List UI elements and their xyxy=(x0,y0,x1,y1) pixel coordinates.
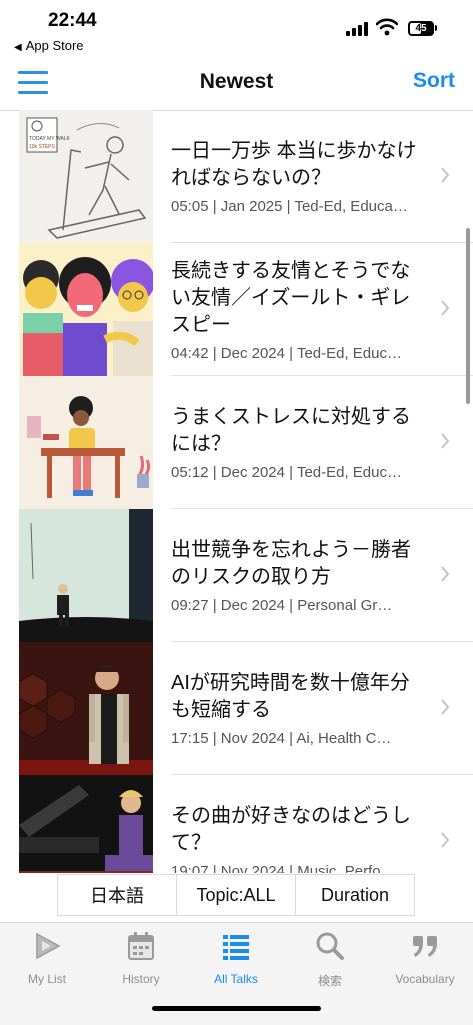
tab-search[interactable]: 検索 xyxy=(290,931,370,989)
battery-icon: 45 xyxy=(408,21,434,36)
talk-thumbnail xyxy=(19,509,153,642)
back-triangle-icon: ◀ xyxy=(14,42,22,53)
tab-history[interactable]: History xyxy=(101,931,181,986)
battery-level: 45 xyxy=(415,23,427,34)
calendar-icon xyxy=(128,932,154,960)
wifi-icon xyxy=(376,18,398,36)
talk-row[interactable]: 長続きする友情とそうでない友情／イズールト・ギレスピー 04:42 | Dec … xyxy=(0,243,473,376)
chevron-right-icon xyxy=(441,699,450,715)
tab-all-talks[interactable]: All Talks xyxy=(196,931,276,986)
talk-row[interactable]: AIが研究時間を数十億年分も短縮する 17:15 | Nov 2024 | Ai… xyxy=(0,642,473,775)
navigation-bar: Newest Sort xyxy=(0,58,473,111)
language-filter-button[interactable]: 日本語 xyxy=(57,874,177,916)
page-title: Newest xyxy=(199,70,274,93)
filter-bar: 日本語 Topic:ALL Duration xyxy=(57,874,415,916)
talk-thumbnail xyxy=(19,642,153,775)
tab-label: Vocabulary xyxy=(395,972,455,986)
scroll-indicator[interactable] xyxy=(466,228,470,404)
talk-thumbnail: TODAY MY WALK 10k STEPS xyxy=(19,110,153,243)
status-time: 22:44 xyxy=(48,10,97,31)
chevron-right-icon xyxy=(441,832,450,848)
talk-title: 一日一万歩 本当に歩かなければならないの？ xyxy=(171,140,417,189)
back-app-label: App Store xyxy=(25,38,84,53)
talk-title: 長続きする友情とそうでない友情／イズールト・ギレスピー xyxy=(171,259,411,336)
topic-filter-button[interactable]: Topic:ALL xyxy=(177,874,296,916)
home-indicator xyxy=(152,1006,321,1011)
talk-thumbnail xyxy=(19,243,153,376)
tab-my-list[interactable]: My List xyxy=(7,931,87,986)
talk-thumbnail xyxy=(19,775,153,873)
talk-row[interactable]: その曲が好きなのはどうして？ 19:07 | Nov 2024 | Music,… xyxy=(0,775,473,873)
hamburger-menu-icon[interactable] xyxy=(18,68,50,96)
talk-title: 出世競争を忘れよう－勝者のリスクの取り方 xyxy=(171,539,411,588)
talk-meta: 19:07 | Nov 2024 | Music, Perfo… xyxy=(171,863,396,873)
talk-meta: 17:15 | Nov 2024 | Ai, Health C… xyxy=(171,730,392,747)
talk-list[interactable]: TODAY MY WALK 10k STEPS 一日一万歩 本当に歩かなければな… xyxy=(0,110,473,873)
chevron-right-icon xyxy=(441,433,450,449)
talk-title: その曲が好きなのはどうして？ xyxy=(171,805,411,854)
quote-icon xyxy=(413,936,437,957)
talk-thumbnail xyxy=(19,376,153,509)
search-icon xyxy=(316,932,344,960)
cellular-signal-icon xyxy=(346,22,370,36)
talk-row[interactable]: TODAY MY WALK 10k STEPS 一日一万歩 本当に歩かなければな… xyxy=(0,110,473,243)
talk-title: AIが研究時間を数十億年分も短縮する xyxy=(171,672,410,721)
sort-button[interactable]: Sort xyxy=(413,69,455,93)
talk-meta: 09:27 | Dec 2024 | Personal Gr… xyxy=(171,597,393,614)
status-bar: 22:44 ◀ App Store 45 xyxy=(0,0,473,58)
tab-label: 検索 xyxy=(317,974,342,988)
chevron-right-icon xyxy=(441,167,450,183)
talk-meta: 04:42 | Dec 2024 | Ted-Ed, Educ… xyxy=(171,344,402,362)
tab-label: History xyxy=(122,972,160,986)
duration-filter-button[interactable]: Duration xyxy=(296,874,415,916)
talk-row[interactable]: うまくストレスに対処するには？ 05:12 | Dec 2024 | Ted-E… xyxy=(0,376,473,509)
list-icon xyxy=(223,935,249,960)
back-to-app-link[interactable]: ◀ App Store xyxy=(14,38,84,53)
svg-text:TODAY MY WALK: TODAY MY WALK xyxy=(29,136,71,142)
svg-text:10k STEPS: 10k STEPS xyxy=(29,144,56,150)
talk-meta: 05:12 | Dec 2024 | Ted-Ed, Educ… xyxy=(171,464,402,481)
battery-cap xyxy=(435,25,437,31)
talk-row[interactable]: 出世競争を忘れよう－勝者のリスクの取り方 09:27 | Dec 2024 | … xyxy=(0,509,473,642)
talk-meta: 05:05 | Jan 2025 | Ted-Ed, Educa… xyxy=(171,198,408,215)
play-triangle-icon xyxy=(36,932,61,960)
tab-vocabulary[interactable]: Vocabulary xyxy=(385,931,465,986)
tab-label: My List xyxy=(27,972,66,986)
tab-label: All Talks xyxy=(214,972,258,986)
chevron-right-icon xyxy=(441,300,450,316)
chevron-right-icon xyxy=(441,566,450,582)
talk-title: うまくストレスに対処するには？ xyxy=(171,406,411,455)
